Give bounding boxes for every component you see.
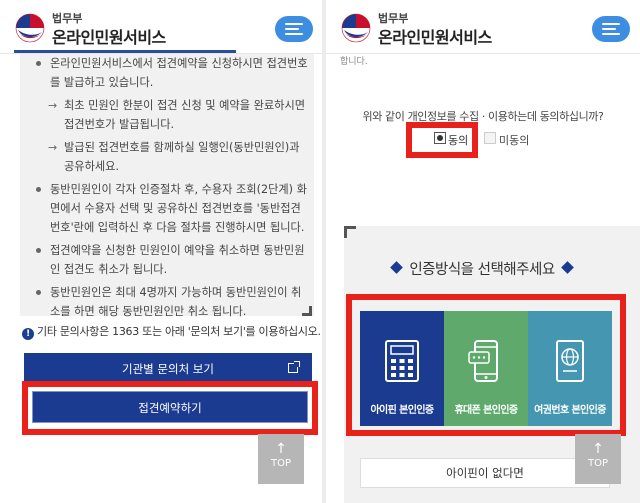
government-emblem-icon — [15, 13, 45, 43]
list-item-text: 접견예약을 신청한 민원인이 예약을 취소하면 동반민원인 접견도 취소가 됩니… — [50, 244, 305, 276]
mobile-phone-icon — [468, 340, 498, 382]
top-button[interactable]: ↑ TOP — [575, 434, 621, 484]
passport-auth-label: 여권번호 본인인증 — [534, 405, 606, 416]
menu-button[interactable] — [592, 16, 630, 42]
left-screen: 법무부 온라인민원서비스 온라인민원서비스에서 접견예약을 신청하시면 접견번호… — [0, 0, 322, 503]
list-item: 접견예약을 신청한 민원인이 예약을 취소하면 동반민원인 접견도 취소가 됩니… — [34, 241, 310, 279]
passport-auth-button[interactable]: 여권번호 본인인증 — [528, 311, 612, 426]
notice-text: 기타 문의사항은 1363 또는 아래 '문의처 보기'를 이용하십시오. — [37, 325, 321, 338]
ipin-auth-button[interactable]: 아이핀 본인인증 — [360, 311, 444, 426]
disagree-radio[interactable] — [484, 132, 496, 144]
inquiry-button-label: 기관별 문의처 보기 — [122, 362, 214, 376]
consent-question: 위와 같이 개인정보를 수집 · 이용하는데 동의하십니까? — [362, 110, 604, 123]
agree-label[interactable]: 동의 — [448, 132, 468, 148]
sub-list-item: → 최초 민원인 한분이 접견 신청 및 예약을 완료하시면 접견번호가 발급됩니… — [34, 96, 310, 134]
top-button-label: TOP — [587, 458, 608, 469]
companion-info-box: 온라인민원서비스에서 접견예약을 신청하시면 접견번호를 발급하고 있습니다. →… — [20, 54, 314, 318]
top-button-label: TOP — [270, 458, 291, 469]
agree-radio[interactable] — [434, 132, 446, 144]
list-item-text: 동반민원인은 최대 4명까지 가능하며 동반민원인이 취소를 하면 해당 동반민… — [50, 286, 302, 318]
corner-decoration — [302, 306, 312, 316]
diamond-icon — [560, 261, 574, 274]
ipin-calculator-icon — [385, 340, 419, 382]
mobile-auth-label: 휴대폰 본인인증 — [454, 405, 518, 416]
arrow-icon: → — [48, 141, 58, 154]
external-link-icon — [288, 361, 300, 373]
contact-notice: ! 기타 문의사항은 1363 또는 아래 '문의처 보기'를 이용하십시오. — [22, 323, 321, 340]
cutoff-text: 합니다. — [340, 57, 368, 67]
auth-title-text: 인증방식을 선택해주세요 — [409, 262, 555, 278]
list-item-text: 발급된 접견번호를 함께하실 일행인(동반민원인)과 공유하세요. — [64, 141, 300, 173]
ipin-auth-label: 아이핀 본인인증 — [370, 405, 434, 416]
corner-decoration — [344, 226, 356, 238]
up-arrow-icon: ↑ — [592, 441, 604, 457]
exclamation-icon: ! — [22, 328, 34, 340]
sub-list-item: → 발급된 접견번호를 함께하실 일행인(동반민원인)과 공유하세요. — [34, 138, 310, 176]
reserve-button[interactable]: 접견예약하기 — [32, 391, 308, 423]
diamond-icon — [390, 261, 404, 274]
auth-title: 인증방식을 선택해주세요 — [344, 258, 620, 279]
government-emblem-icon — [341, 13, 371, 43]
passport-icon — [556, 340, 584, 382]
header: 법무부 온라인민원서비스 — [326, 0, 640, 54]
list-item-text: 최초 민원인 한분이 접견 신청 및 예약을 완료하시면 접견번호가 발급됩니다… — [64, 99, 306, 131]
list-item-text: 온라인민원서비스에서 접견예약을 신청하시면 접견번호를 발급하고 있습니다. — [50, 57, 308, 89]
menu-button[interactable] — [275, 16, 313, 42]
list-item: 온라인민원서비스에서 접견예약을 신청하시면 접견번호를 발급하고 있습니다. — [34, 54, 310, 92]
mobile-auth-button[interactable]: 휴대폰 본인인증 — [444, 311, 528, 426]
header-accent-line — [14, 50, 236, 53]
arrow-icon: → — [48, 99, 58, 112]
service-name[interactable]: 온라인민원서비스 — [52, 24, 166, 48]
up-arrow-icon: ↑ — [275, 441, 287, 457]
list-item-text: 동반민원인이 각자 인증절차 후, 수용자 조회(2단계) 화면에서 수용자 선… — [50, 183, 307, 234]
top-button[interactable]: ↑ TOP — [258, 434, 304, 484]
header: 법무부 온라인민원서비스 — [0, 0, 322, 54]
list-item: 동반민원인이 각자 인증절차 후, 수용자 조회(2단계) 화면에서 수용자 선… — [34, 180, 310, 237]
right-screen: 법무부 온라인민원서비스 합니다. 위와 같이 개인정보를 수집 · 이용하는데… — [326, 0, 640, 503]
info-list: 온라인민원서비스에서 접견예약을 신청하시면 접견번호를 발급하고 있습니다. →… — [34, 54, 310, 325]
service-name[interactable]: 온라인민원서비스 — [378, 24, 492, 48]
list-item: 동반민원인은 최대 4명까지 가능하며 동반민원인이 취소를 하면 해당 동반민… — [34, 283, 310, 321]
no-ipin-button[interactable]: 아이핀이 없다면 — [360, 458, 610, 488]
disagree-label[interactable]: 미동의 — [499, 132, 529, 148]
